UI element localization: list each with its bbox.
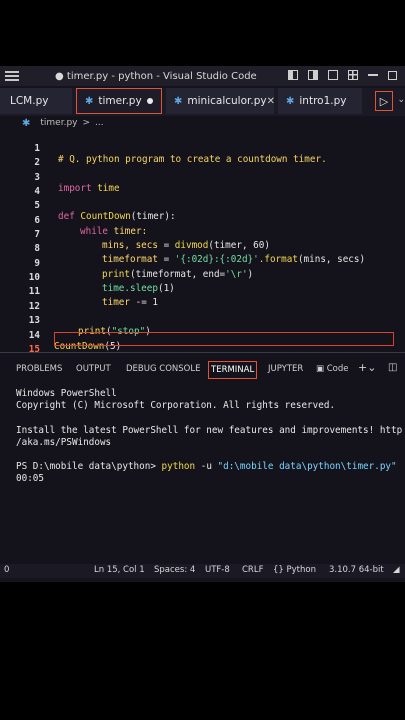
tab-terminal[interactable]: TERMINAL	[208, 361, 258, 379]
terminal-command: python	[161, 461, 196, 473]
split-terminal-icon[interactable]: ◫	[388, 362, 397, 373]
tab-label: intro1.py	[299, 95, 347, 107]
tab-output[interactable]: OUTPUT	[76, 364, 111, 374]
python-file-icon: ✱	[174, 95, 183, 107]
restore-icon[interactable]	[388, 70, 397, 80]
status-encoding[interactable]: UTF-8	[205, 565, 230, 575]
status-interpreter[interactable]: 3.10.7 64-bit	[329, 565, 384, 575]
toggle-secondary-sidebar-icon[interactable]	[328, 70, 338, 80]
tab-timer[interactable]: ✱ timer.py	[76, 88, 162, 114]
play-icon: ▷	[379, 94, 389, 108]
code-line: 11 timer -= 1	[0, 275, 405, 308]
customize-layout-icon[interactable]	[348, 70, 358, 80]
terminal-line: Windows PowerShell	[16, 388, 117, 399]
close-icon[interactable]: ✕	[267, 96, 275, 107]
code-line: 5 def CountDown(timer):	[0, 189, 405, 222]
code-line: 10 time.sleep(1)	[0, 261, 405, 294]
status-cursor-position[interactable]: Ln 15, Col 1	[94, 565, 145, 575]
breadcrumb: ✱ timer.py > ...	[22, 116, 104, 130]
breadcrumb-separator: >	[82, 118, 91, 128]
status-bar: 0 Ln 15, Col 1 Spaces: 4 UTF-8 CRLF {} P…	[0, 564, 405, 578]
window-title: ● timer.py - python - Visual Studio Code	[55, 70, 257, 82]
current-line-highlight	[54, 332, 394, 346]
code-line: 7 mins, secs = divmod(timer, 60)	[0, 218, 405, 251]
terminal-countdown-output: 00:05	[16, 473, 44, 485]
editor-tabs: LCM.py ✱ timer.py ✱ minicalculor.py ✕ ✱ …	[0, 88, 405, 116]
title-bar: ● timer.py - python - Visual Studio Code	[0, 66, 405, 86]
code-line: 14 CountDown(5)	[0, 319, 405, 352]
minimize-icon[interactable]	[368, 74, 378, 76]
terminal-flag: -u	[195, 461, 218, 473]
terminal-path: "d:\mobile data\python\timer.py"	[217, 461, 397, 473]
run-button[interactable]: ▷	[375, 91, 393, 111]
code-line: 2	[0, 146, 405, 168]
menu-icon[interactable]	[5, 71, 19, 81]
python-file-icon: ✱	[286, 95, 295, 107]
code-line: 4	[0, 175, 405, 197]
terminal-output[interactable]: Windows PowerShell Copyright (C) Microso…	[16, 388, 405, 486]
terminal-profile[interactable]: ▣ Code	[316, 364, 349, 374]
notifications-icon[interactable]: ◢	[393, 565, 400, 575]
code-line: 12	[0, 290, 405, 312]
status-indentation[interactable]: Spaces: 4	[154, 565, 195, 575]
toggle-sidebar-icon[interactable]	[288, 70, 298, 80]
status-language-label: Python	[286, 565, 316, 575]
code-line: 3 import time	[0, 161, 405, 194]
tab-debug-console[interactable]: DEBUG CONSOLE	[126, 364, 200, 374]
status-left[interactable]: 0	[4, 565, 9, 575]
braces-icon: {}	[273, 565, 284, 575]
vscode-window: ● timer.py - python - Visual Studio Code…	[0, 66, 405, 582]
status-eol[interactable]: CRLF	[242, 565, 263, 575]
code-line: 13 print("stop")	[0, 304, 405, 337]
code-line: 1 # Q. python program to create a countd…	[0, 132, 405, 165]
code-line: 9 print(timeformat, end='\r')	[0, 247, 405, 280]
new-terminal-icon[interactable]: +⌄	[358, 361, 376, 374]
tab-label: timer.py	[98, 95, 142, 107]
bottom-panel: PROBLEMS OUTPUT DEBUG CONSOLE TERMINAL J…	[0, 352, 405, 565]
terminal-prompt: PS D:\mobile data\python>	[16, 461, 162, 473]
code-line: 8 timeformat = '{:02d}:{:02d}'.format(mi…	[0, 232, 405, 265]
breadcrumb-symbols[interactable]: ...	[95, 118, 104, 128]
terminal-line: Install the latest PowerShell for new fe…	[16, 424, 403, 436]
panel-tabs: PROBLEMS OUTPUT DEBUG CONSOLE TERMINAL J…	[0, 361, 405, 381]
terminal-line: Copyright (C) Microsoft Corporation. All…	[16, 400, 336, 412]
breadcrumb-file[interactable]: timer.py	[40, 118, 77, 128]
python-file-icon: ✱	[85, 95, 94, 107]
tab-label: minicalculor.py	[187, 95, 267, 107]
tab-jupyter[interactable]: JUPYTER	[268, 364, 303, 374]
unsaved-dot-icon[interactable]	[147, 98, 153, 104]
code-editor[interactable]: 1 # Q. python program to create a countd…	[0, 130, 405, 355]
terminal-icon: ▣	[316, 364, 325, 374]
tab-minicalculor[interactable]: ✱ minicalculor.py ✕	[166, 88, 275, 114]
status-language[interactable]: {} Python	[273, 565, 316, 575]
code-line: 6 while timer:	[0, 204, 405, 237]
toggle-panel-icon[interactable]	[308, 70, 318, 80]
tab-problems[interactable]: PROBLEMS	[16, 364, 62, 374]
window-controls	[288, 70, 397, 80]
tab-intro1[interactable]: ✱ intro1.py	[278, 88, 362, 114]
tab-label: LCM.py	[10, 95, 49, 107]
terminal-line: /aka.ms/PSWindows	[16, 436, 112, 448]
python-file-icon: ✱	[22, 117, 31, 129]
chevron-down-icon[interactable]: ⌄	[397, 95, 405, 105]
tab-lcm[interactable]: LCM.py	[0, 88, 72, 114]
terminal-profile-label: Code	[326, 364, 349, 374]
